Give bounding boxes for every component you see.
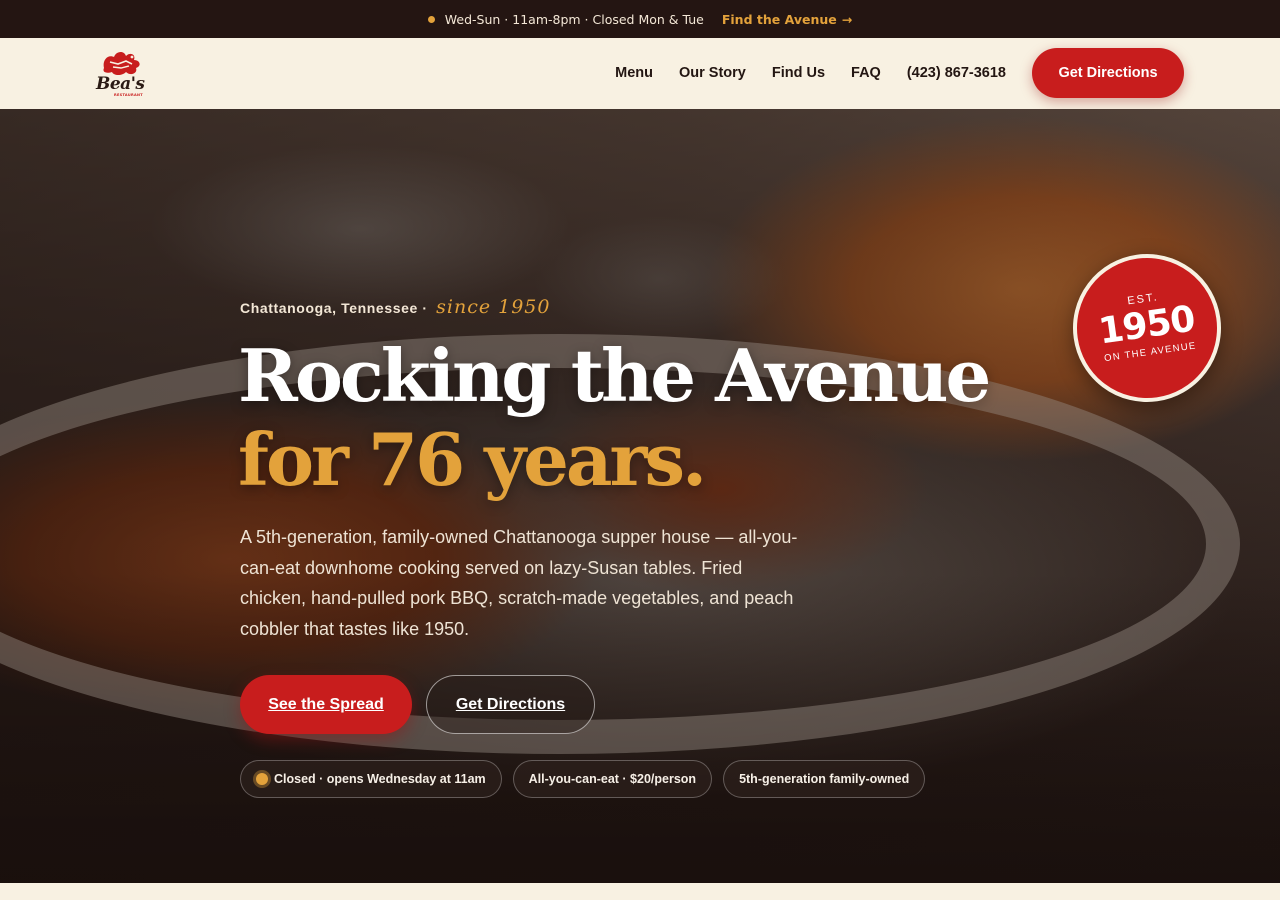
announcement-bar: Wed-Sun · 11am-8pm · Closed Mon & Tue Fi…	[0, 0, 1280, 38]
logo-wordmark: Bea's	[96, 74, 145, 94]
since-script-text: since 1950	[436, 296, 551, 318]
hero-cta-row: See the Spread Get Directions	[240, 675, 595, 734]
info-pills: Closed · opens Wednesday at 11am All-you…	[240, 760, 926, 798]
price-pill: All-you-can-eat · $20/person	[512, 760, 713, 798]
hero-description: A 5th-generation, family-owned Chattanoo…	[240, 527, 798, 639]
hero-get-directions-button[interactable]: Get Directions	[426, 675, 595, 734]
find-the-avenue-link[interactable]: Find the Avenue →	[722, 12, 852, 27]
status-dot-icon	[427, 15, 435, 23]
logo-subtitle: RESTAURANT	[114, 93, 143, 97]
status-dot-icon	[256, 773, 268, 785]
nav-item-faq[interactable]: FAQ	[851, 65, 881, 81]
family-pill: 5th-generation family-owned	[723, 760, 926, 798]
status-pill-label: Closed · opens Wednesday at 11am	[274, 772, 486, 786]
family-pill-label: 5th-generation family-owned	[739, 772, 910, 786]
find-the-avenue-label: Find the Avenue	[721, 11, 837, 27]
site-header: Bea's RESTAURANT Menu Our Story Find Us …	[0, 38, 1280, 109]
hero-eyebrow: Chattanooga, Tennessee · since 1950	[240, 296, 550, 318]
logo[interactable]: Bea's RESTAURANT	[94, 48, 148, 98]
next-section-edge	[0, 883, 1280, 900]
phone-link[interactable]: (423) 867-3618	[907, 65, 1006, 81]
nav-item-our-story[interactable]: Our Story	[679, 65, 746, 81]
arrow-right-icon: →	[841, 11, 853, 27]
headline-line-2: for 76 years.	[238, 417, 707, 502]
see-the-spread-button[interactable]: See the Spread	[240, 675, 412, 734]
nav-item-menu[interactable]: Menu	[615, 65, 653, 81]
main-nav: Menu Our Story Find Us FAQ (423) 867-361…	[615, 48, 1184, 98]
hero-section: Chattanooga, Tennessee · since 1950 Rock…	[0, 109, 1280, 883]
est-1950-badge: EST. 1950 ON THE AVENUE	[1063, 244, 1231, 412]
get-directions-button[interactable]: Get Directions	[1032, 48, 1184, 98]
price-pill-label: All-you-can-eat · $20/person	[528, 772, 697, 786]
nav-item-find-us[interactable]: Find Us	[772, 65, 825, 81]
status-pill: Closed · opens Wednesday at 11am	[240, 760, 502, 798]
location-text: Chattanooga, Tennessee ·	[240, 300, 428, 316]
hours-text: Wed-Sun · 11am-8pm · Closed Mon & Tue	[444, 11, 704, 27]
headline-line-1: Rocking the Avenue	[238, 333, 991, 418]
hero-headline: Rocking the Avenue for 76 years.	[238, 333, 991, 502]
